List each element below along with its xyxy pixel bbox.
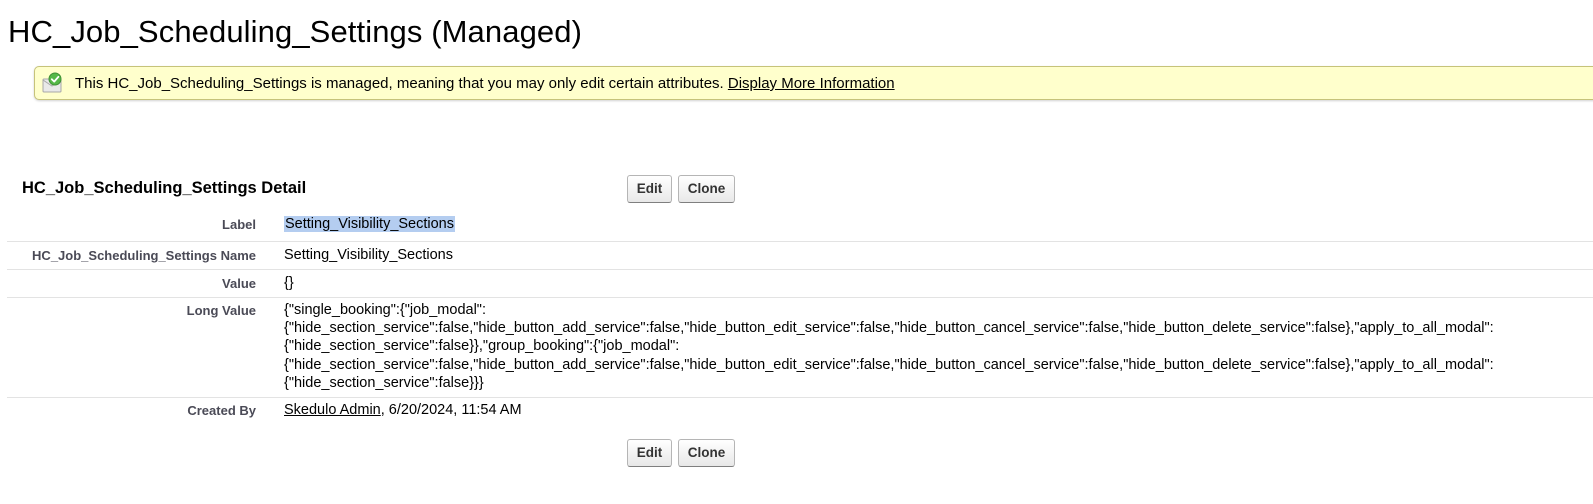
- long-value-field-value: {"single_booking":{"job_modal": {"hide_s…: [284, 301, 1494, 392]
- clone-button-bottom[interactable]: Clone: [678, 439, 735, 467]
- row-divider: [7, 269, 1593, 270]
- label-field-value: Setting_Visibility_Sections: [284, 216, 455, 232]
- value-field-value: {}: [284, 275, 294, 291]
- value-field-label: Value: [222, 276, 256, 291]
- display-more-information-link[interactable]: Display More Information: [728, 75, 895, 92]
- edit-button-bottom[interactable]: Edit: [627, 439, 672, 467]
- managed-checkmark-icon: [41, 72, 63, 94]
- long-value-line: {"single_booking":{"job_modal":: [284, 302, 486, 318]
- row-divider: [7, 241, 1593, 242]
- name-field-label: HC_Job_Scheduling_Settings Name: [32, 248, 256, 263]
- long-value-line: {"hide_section_service":false}},"group_b…: [284, 338, 680, 355]
- long-value-line: {"hide_section_service":false,"hide_butt…: [284, 320, 1494, 337]
- managed-info-banner: This HC_Job_Scheduling_Settings is manag…: [34, 66, 1593, 100]
- created-by-user-link[interactable]: Skedulo Admin: [284, 402, 381, 418]
- banner-message: This HC_Job_Scheduling_Settings is manag…: [75, 75, 724, 92]
- long-value-line: {"hide_section_service":false}}}: [284, 374, 484, 391]
- detail-section-title: HC_Job_Scheduling_Settings Detail: [22, 179, 307, 197]
- row-divider: [7, 397, 1593, 398]
- created-by-timestamp: , 6/20/2024, 11:54 AM: [380, 402, 522, 418]
- clone-button-top[interactable]: Clone: [678, 175, 735, 203]
- page-title: HC_Job_Scheduling_Settings (Managed): [8, 14, 583, 49]
- row-divider: [7, 297, 1593, 298]
- long-value-field-label: Long Value: [186, 303, 256, 318]
- name-field-value: Setting_Visibility_Sections: [284, 247, 453, 263]
- created-by-field-label: Created By: [187, 403, 256, 418]
- long-value-line: {"hide_section_service":false,"hide_butt…: [284, 356, 1494, 373]
- selected-text: Setting_Visibility_Sections: [284, 216, 455, 232]
- created-by-field-value: Skedulo Admin, 6/20/2024, 11:54 AM: [284, 402, 522, 418]
- edit-button-top[interactable]: Edit: [627, 175, 672, 203]
- label-field-label: Label: [222, 217, 256, 232]
